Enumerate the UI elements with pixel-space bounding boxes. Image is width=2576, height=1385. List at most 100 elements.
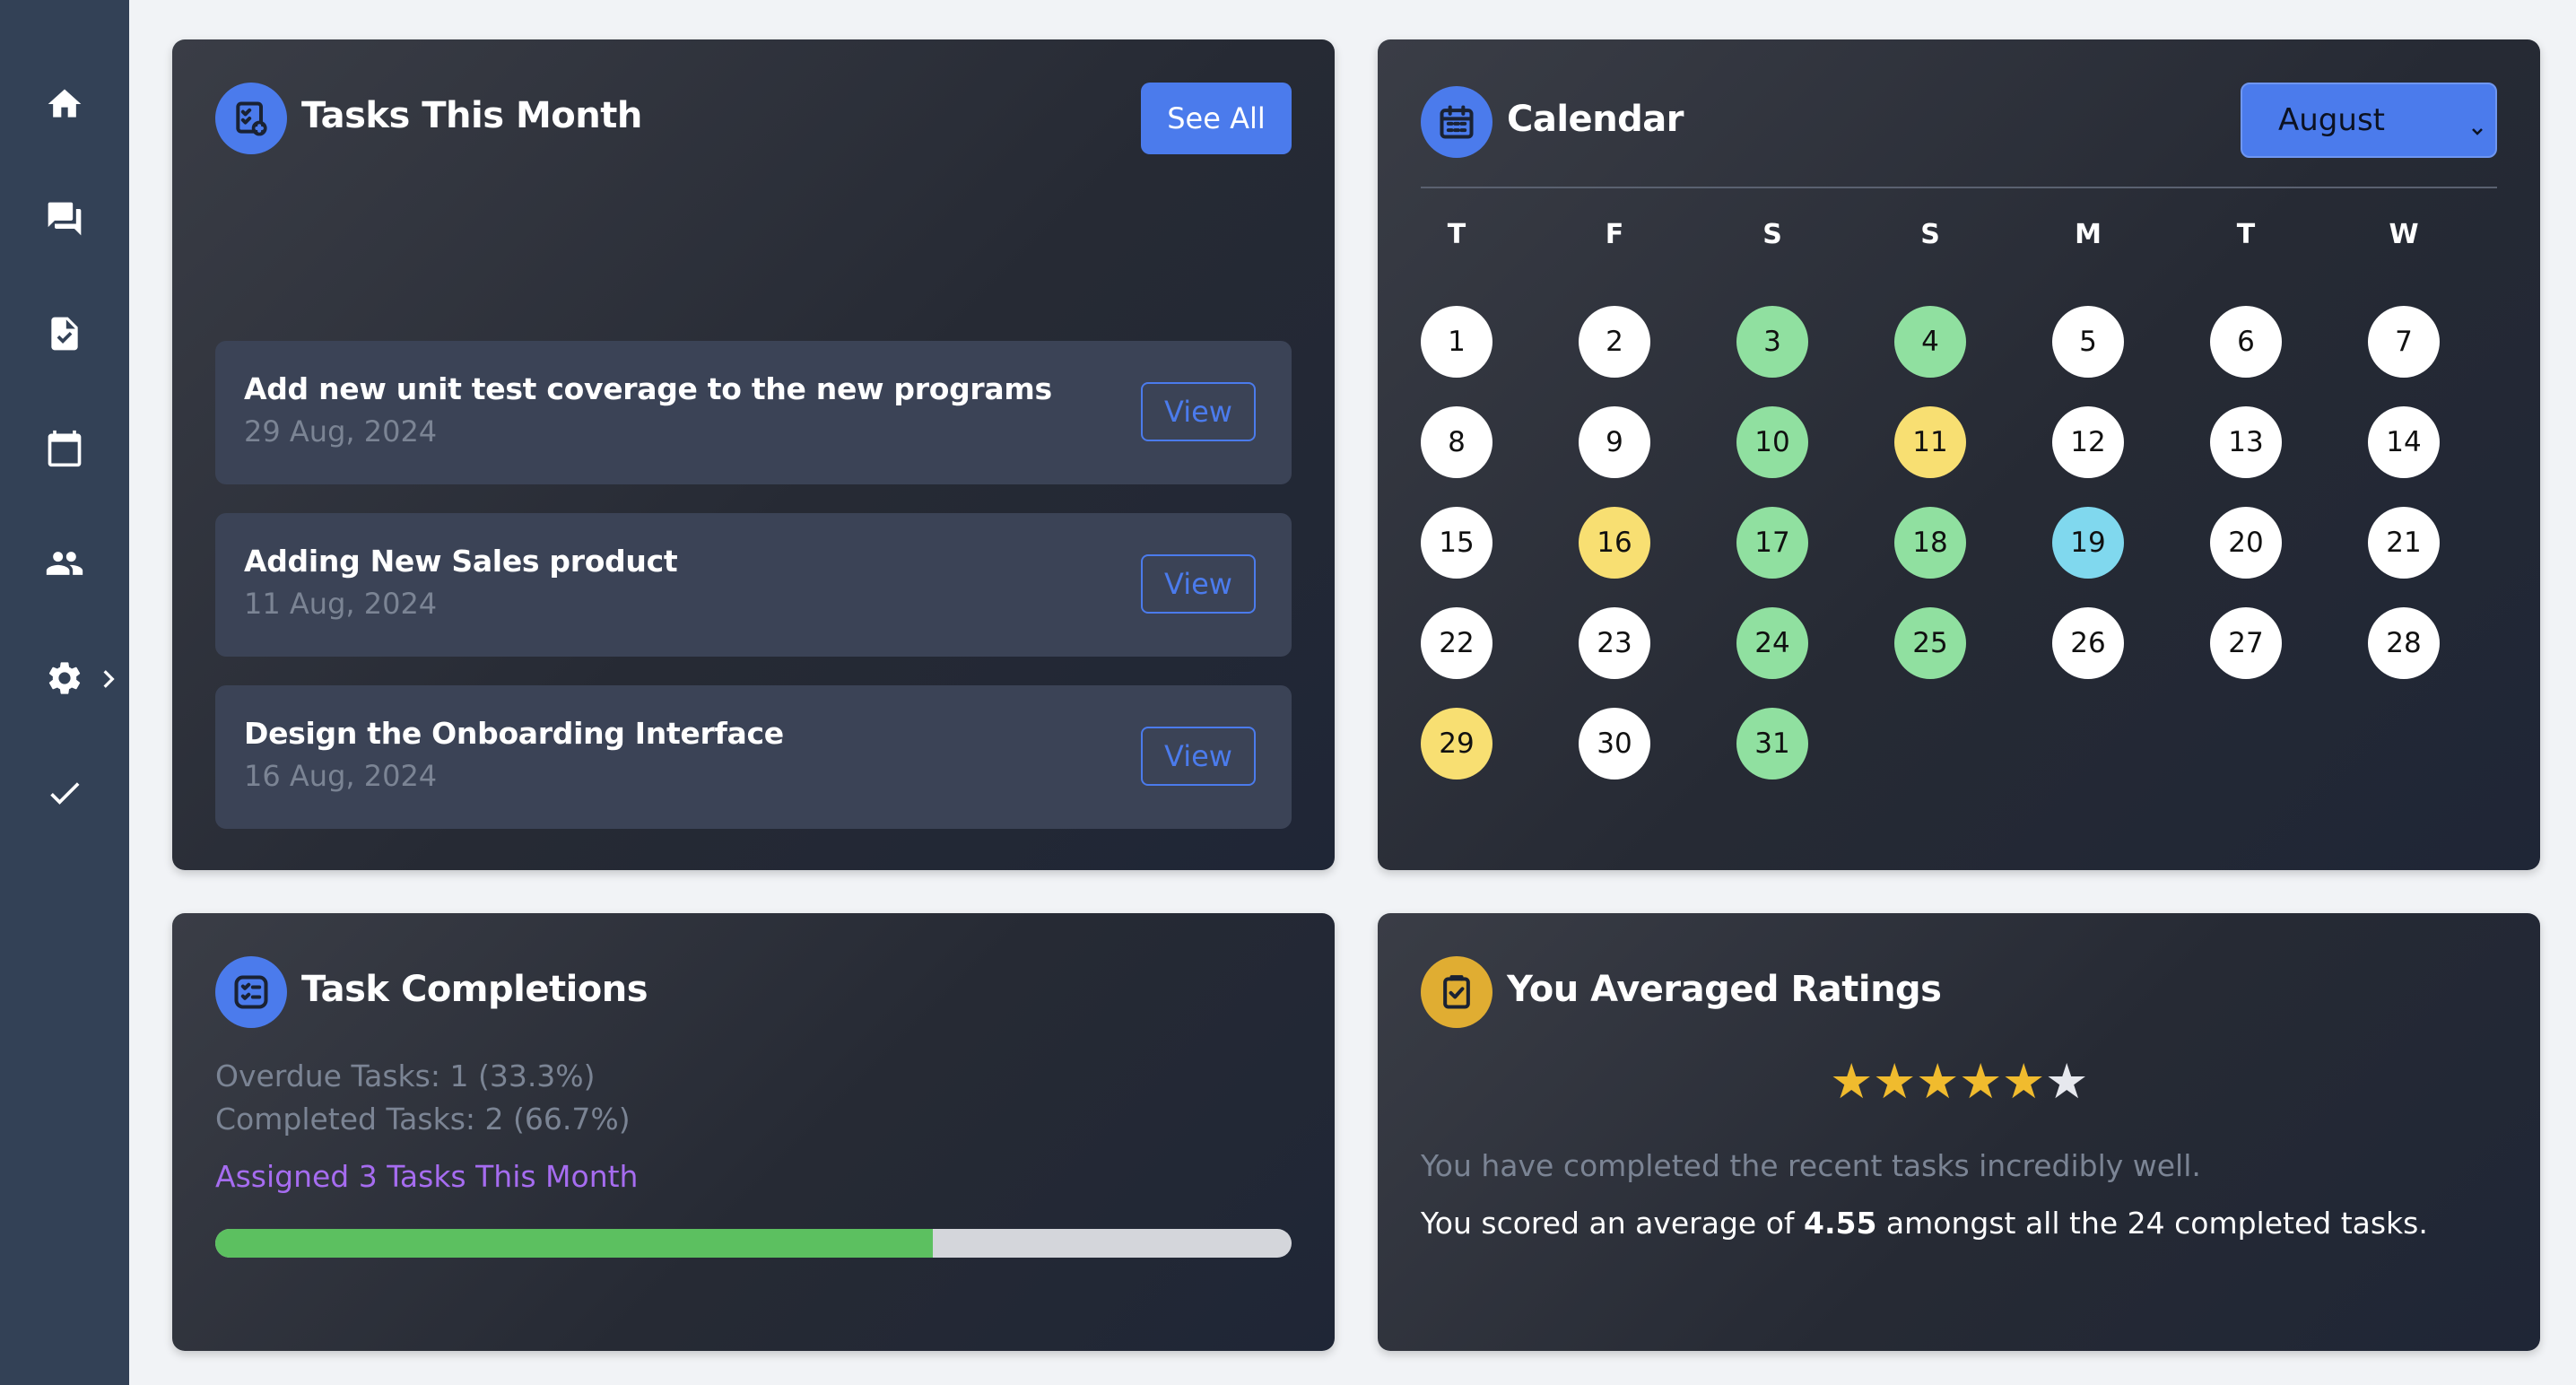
task-item[interactable]: Design the Onboarding Interface 16 Aug, … (215, 685, 1292, 829)
calendar-day[interactable]: 18 (1894, 507, 1966, 579)
task-name: Add new unit test coverage to the new pr… (244, 371, 1052, 406)
calendar-day[interactable]: 9 (1579, 406, 1650, 478)
star-rating: ★ ★ ★ ★ ★ ★ (1830, 1057, 2088, 1111)
ratings-title: You Averaged Ratings (1507, 969, 1942, 1010)
calendar-day[interactable]: 10 (1736, 406, 1808, 478)
calendar-day[interactable]: 3 (1736, 306, 1808, 378)
home-icon (48, 89, 82, 118)
task-date: 29 Aug, 2024 (244, 414, 438, 449)
task-item[interactable]: Add new unit test coverage to the new pr… (215, 341, 1292, 484)
calendar-day[interactable]: 24 (1736, 607, 1808, 679)
calendar-day[interactable]: 23 (1579, 607, 1650, 679)
calendar-day[interactable]: 13 (2210, 406, 2282, 478)
task-completions-card: Task Completions Overdue Tasks: 1 (33.3%… (172, 913, 1335, 1351)
weekday-label: T (1447, 219, 1466, 250)
calendar-day[interactable]: 15 (1421, 507, 1493, 579)
calendar-day[interactable]: 26 (2052, 607, 2124, 679)
calendar-card: Calendar August TFSSMTW 1 2 3 4 5 6 7 8 9 10 11 12 1… (1378, 39, 2540, 870)
task-document-icon (51, 317, 78, 351)
average-score-text: You scored an average of 4.55 amongst al… (1421, 1206, 2428, 1241)
calendar-day[interactable]: 21 (2368, 507, 2440, 579)
nav-calendar[interactable] (0, 405, 129, 492)
task-date: 16 Aug, 2024 (244, 759, 438, 793)
view-task-button[interactable]: View (1141, 382, 1256, 441)
calendar-divider (1421, 187, 2497, 188)
month-select-value: August (2278, 102, 2385, 138)
task-name: Adding New Sales product (244, 544, 678, 579)
nav-settings[interactable] (0, 635, 129, 721)
completion-progress-bar (215, 1229, 1292, 1258)
star-filled-icon: ★ (1873, 1053, 1917, 1110)
nav-messages[interactable] (0, 176, 129, 262)
view-task-button[interactable]: View (1141, 727, 1256, 786)
nav-completed[interactable] (0, 750, 129, 836)
weekday-label: M (2075, 219, 2102, 250)
calendar-day[interactable]: 31 (1736, 708, 1808, 780)
star-empty-icon: ★ (2045, 1053, 2089, 1110)
calendar-day[interactable]: 5 (2052, 306, 2124, 378)
task-list-icon (215, 83, 287, 154)
calendar-day[interactable]: 7 (2368, 306, 2440, 378)
star-filled-icon: ★ (1959, 1053, 2003, 1110)
task-item[interactable]: Adding New Sales product 11 Aug, 2024 Vi… (215, 513, 1292, 657)
calendar-day[interactable]: 8 (1421, 406, 1493, 478)
calendar-day[interactable]: 1 (1421, 306, 1493, 378)
weekday-label: W (2389, 219, 2419, 250)
sidebar (0, 0, 129, 1385)
score-suffix: amongst all the 24 completed tasks. (1876, 1206, 2428, 1241)
view-task-button[interactable]: View (1141, 554, 1256, 614)
checkmark-icon (50, 782, 80, 805)
calendar-day[interactable]: 22 (1421, 607, 1493, 679)
calendar-day[interactable]: 25 (1894, 607, 1966, 679)
calendar-title: Calendar (1507, 99, 1684, 140)
clipboard-check-icon (1421, 956, 1493, 1028)
nav-people[interactable] (0, 520, 129, 606)
star-filled-icon: ★ (1916, 1053, 1960, 1110)
calendar-day[interactable]: 16 (1579, 507, 1650, 579)
overdue-tasks-stat: Overdue Tasks: 1 (33.3%) (215, 1058, 596, 1093)
task-date: 11 Aug, 2024 (244, 587, 438, 621)
month-select[interactable]: August (2241, 83, 2497, 158)
gear-icon (48, 662, 81, 694)
calendar-day[interactable]: 6 (2210, 306, 2282, 378)
calendar-day[interactable]: 12 (2052, 406, 2124, 478)
nav-tasks[interactable] (0, 291, 129, 377)
star-filled-icon: ★ (1830, 1053, 1874, 1110)
tasks-card: Tasks This Month See All Add new unit te… (172, 39, 1335, 870)
score-value: 4.55 (1804, 1206, 1877, 1241)
chat-icon (48, 202, 82, 236)
completions-title: Task Completions (301, 969, 648, 1010)
weekday-label: S (1762, 219, 1782, 250)
see-all-button[interactable]: See All (1141, 83, 1292, 154)
chevron-right-icon (97, 667, 120, 691)
calendar-day[interactable]: 4 (1894, 306, 1966, 378)
weekday-label: F (1605, 219, 1624, 250)
calendar-day[interactable]: 17 (1736, 507, 1808, 579)
calendar-day[interactable]: 28 (2368, 607, 2440, 679)
calendar-day[interactable]: 11 (1894, 406, 1966, 478)
calendar-day[interactable]: 30 (1579, 708, 1650, 780)
assigned-tasks-text: Assigned 3 Tasks This Month (215, 1159, 639, 1194)
calendar-icon (48, 430, 82, 467)
calendar-day[interactable]: 2 (1579, 306, 1650, 378)
calendar-icon (1421, 86, 1493, 158)
completion-progress-fill (215, 1229, 934, 1258)
people-icon (46, 552, 83, 575)
star-filled-icon: ★ (2002, 1053, 2046, 1110)
weekday-label: T (2236, 219, 2256, 250)
task-name: Design the Onboarding Interface (244, 716, 784, 751)
calendar-day[interactable]: 20 (2210, 507, 2282, 579)
completed-tasks-stat: Completed Tasks: 2 (66.7%) (215, 1102, 631, 1137)
score-prefix: You scored an average of (1421, 1206, 1804, 1241)
calendar-day[interactable]: 14 (2368, 406, 2440, 478)
calendar-day[interactable]: 27 (2210, 607, 2282, 679)
tasks-title: Tasks This Month (301, 95, 642, 136)
weekday-label: S (1920, 219, 1940, 250)
chevron-down-icon (2468, 113, 2486, 135)
checklist-icon (215, 956, 287, 1028)
calendar-day[interactable]: 19 (2052, 507, 2124, 579)
nav-home[interactable] (0, 61, 129, 147)
ratings-card: You Averaged Ratings ★ ★ ★ ★ ★ ★ You have com… (1378, 913, 2540, 1351)
rating-message: You have completed the recent tasks incr… (1421, 1148, 2201, 1183)
calendar-day[interactable]: 29 (1421, 708, 1493, 780)
